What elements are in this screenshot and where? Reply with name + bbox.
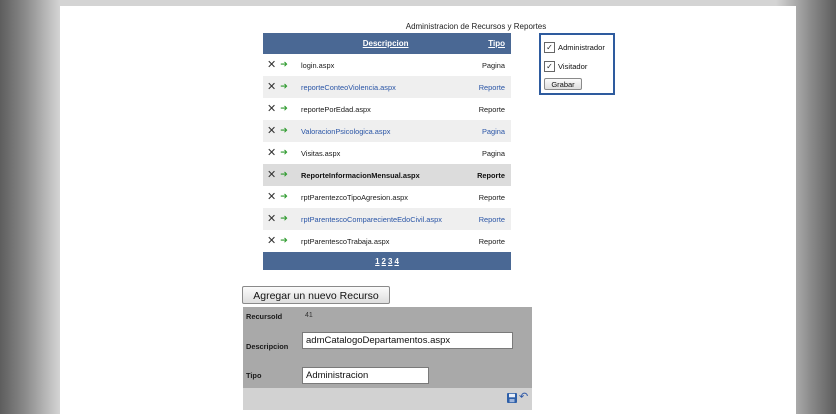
- table-row: ✕ ➔ rptParentescoTrabaja.aspx Reporte: [263, 230, 511, 252]
- select-arrow-icon[interactable]: ➔: [280, 214, 288, 224]
- roles-panel: ✓ Administrador ✓ Visitador Grabar: [539, 33, 615, 95]
- role-visitador: ✓ Visitador: [544, 61, 587, 72]
- table-row: ✕ ➔ Visitas.aspx Pagina: [263, 142, 511, 164]
- row-tipo: Pagina: [470, 120, 511, 142]
- grid-header-row: Descripcion Tipo: [263, 33, 511, 54]
- select-arrow-icon[interactable]: ➔: [280, 192, 288, 202]
- delete-icon[interactable]: ✕: [267, 81, 276, 92]
- delete-icon[interactable]: ✕: [267, 125, 276, 136]
- table-row: ✕ ➔ ValoracionPsicologica.aspx Pagina: [263, 120, 511, 142]
- delete-icon[interactable]: ✕: [267, 169, 276, 180]
- row-tipo: Reporte: [470, 208, 511, 230]
- row-tipo: Reporte: [470, 164, 511, 186]
- page-content: Administracion de Recursos y Reportes De…: [60, 6, 796, 414]
- select-arrow-icon[interactable]: ➔: [280, 148, 288, 158]
- descripcion-label: Descripcion: [246, 342, 289, 351]
- row-descripcion: rptParentezcoTipoAgresion.aspx: [301, 186, 471, 208]
- row-descripcion: ReporteInformacionMensual.aspx: [301, 164, 471, 186]
- grabar-button[interactable]: Grabar: [544, 78, 582, 90]
- role-administrador: ✓ Administrador: [544, 42, 605, 53]
- delete-icon[interactable]: ✕: [267, 103, 276, 114]
- row-tipo: Reporte: [470, 230, 511, 252]
- row-descripcion: rptParentescoComparecienteEdoCivil.aspx: [301, 208, 471, 230]
- delete-icon[interactable]: ✕: [267, 191, 276, 202]
- undo-icon[interactable]: ↶: [519, 390, 528, 403]
- select-arrow-icon[interactable]: ➔: [280, 236, 288, 246]
- delete-icon[interactable]: ✕: [267, 59, 276, 70]
- row-descripcion: ValoracionPsicologica.aspx: [301, 120, 471, 142]
- descripcion-input[interactable]: admCatalogoDepartamentos.aspx: [302, 332, 513, 349]
- grid-header-actions: [263, 33, 301, 54]
- grid-pager: 1234: [263, 252, 511, 270]
- table-row: ✕ ➔ rptParentescoComparecienteEdoCivil.as…: [263, 208, 511, 230]
- tipo-input[interactable]: Administracion: [302, 367, 429, 384]
- table-row: ✕ ➔ reportePorEdad.aspx Reporte: [263, 98, 511, 120]
- pager-link-1[interactable]: 1: [375, 257, 379, 266]
- role-label: Visitador: [558, 62, 588, 71]
- recurso-id-label: RecursoId: [246, 312, 283, 321]
- select-arrow-icon[interactable]: ➔: [280, 60, 288, 70]
- tipo-label: Tipo: [246, 371, 262, 380]
- row-descripcion: reportePorEdad.aspx: [301, 98, 471, 120]
- administrador-checkbox[interactable]: ✓: [544, 42, 555, 53]
- table-row: ✕ ➔ reporteConteoViolencia.aspx Reporte: [263, 76, 511, 98]
- row-tipo: Reporte: [470, 98, 511, 120]
- row-descripcion: Visitas.aspx: [301, 142, 471, 164]
- delete-icon[interactable]: ✕: [267, 235, 276, 246]
- add-resource-button[interactable]: Agregar un nuevo Recurso: [242, 286, 390, 304]
- select-arrow-icon[interactable]: ➔: [280, 126, 288, 136]
- pager-link-3[interactable]: 3: [388, 257, 392, 266]
- resources-grid: Descripcion Tipo ✕ ➔ login.aspx Pagina ✕ ➔…: [263, 33, 511, 270]
- delete-icon[interactable]: ✕: [267, 213, 276, 224]
- row-descripcion: login.aspx: [301, 54, 471, 76]
- select-arrow-icon[interactable]: ➔: [280, 170, 288, 180]
- visitador-checkbox[interactable]: ✓: [544, 61, 555, 72]
- delete-icon[interactable]: ✕: [267, 147, 276, 158]
- table-row: ✕ ➔ login.aspx Pagina: [263, 54, 511, 76]
- form-footer: ↶: [243, 388, 532, 410]
- pager-link-2[interactable]: 2: [382, 257, 386, 266]
- save-icon[interactable]: [507, 393, 517, 403]
- table-row-selected: ✕ ➔ ReporteInformacionMensual.aspx Report…: [263, 164, 511, 186]
- row-tipo: Reporte: [470, 76, 511, 98]
- grid-header-tipo[interactable]: Tipo: [470, 33, 511, 54]
- row-descripcion: reporteConteoViolencia.aspx: [301, 76, 471, 98]
- table-row: ✕ ➔ rptParentezcoTipoAgresion.aspx Report…: [263, 186, 511, 208]
- row-tipo: Reporte: [470, 186, 511, 208]
- row-tipo: Pagina: [470, 142, 511, 164]
- pager-link-4[interactable]: 4: [394, 257, 398, 266]
- resource-form: RecursoId 41 Descripcion admCatalogoDepa…: [243, 307, 532, 410]
- select-arrow-icon[interactable]: ➔: [280, 104, 288, 114]
- role-label: Administrador: [558, 43, 605, 52]
- grid-header-descripcion[interactable]: Descripcion: [301, 33, 471, 54]
- recurso-id-value: 41: [305, 312, 313, 319]
- row-descripcion: rptParentescoTrabaja.aspx: [301, 230, 471, 252]
- row-tipo: Pagina: [470, 54, 511, 76]
- grid-title: Administracion de Recursos y Reportes: [405, 22, 547, 31]
- select-arrow-icon[interactable]: ➔: [280, 82, 288, 92]
